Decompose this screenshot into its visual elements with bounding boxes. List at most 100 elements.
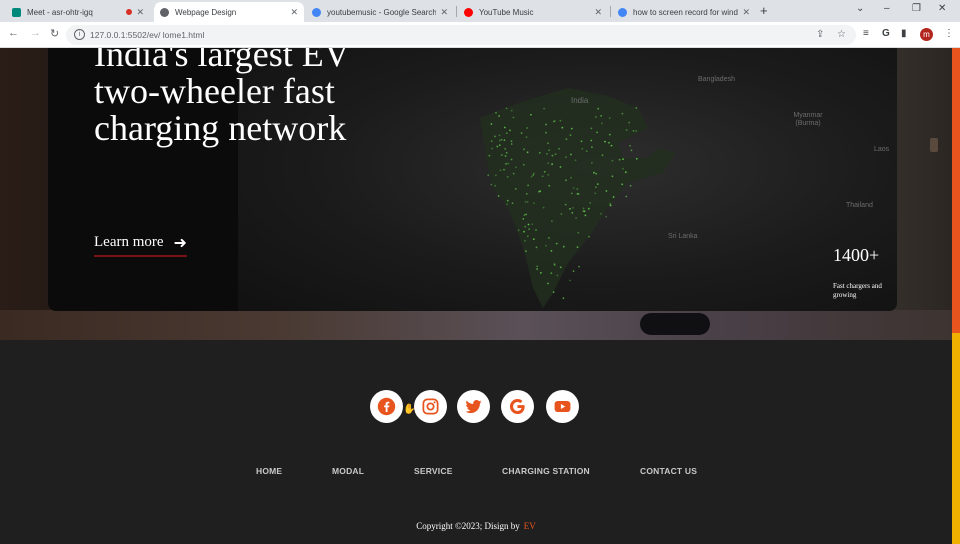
charger-dot (596, 183, 599, 186)
charger-dot (543, 107, 545, 110)
charger-dot (531, 223, 534, 226)
charger-dot (530, 113, 532, 116)
restore-icon[interactable]: ❐ (912, 3, 921, 14)
charger-dot (593, 171, 595, 174)
close-tab-icon[interactable]: ✕ (742, 7, 750, 18)
footer-nav-home[interactable]: HOME (256, 466, 282, 476)
footer-nav-contact-us[interactable]: CONTACT US (640, 466, 697, 476)
charger-dot (624, 171, 627, 174)
charger-dot (576, 246, 579, 249)
charger-dot (522, 163, 525, 166)
instagram-link[interactable] (414, 390, 447, 423)
charger-dot (572, 187, 575, 189)
close-tab-icon[interactable]: ✕ (440, 7, 448, 18)
menu-kebab-icon[interactable]: ⋮ (944, 28, 954, 39)
share-icon[interactable]: ⇪ (816, 29, 824, 40)
bookmark-star-icon[interactable]: ☆ (837, 29, 846, 40)
side-panel-icon[interactable]: ▮ (901, 28, 907, 39)
media-control-icon[interactable]: ≡ (863, 28, 869, 39)
charger-dot (495, 174, 497, 177)
charger-dot (488, 154, 491, 157)
charger-dot (575, 217, 577, 219)
charger-dot (594, 192, 597, 195)
charger-dot (491, 147, 494, 150)
youtube-link[interactable] (546, 390, 579, 423)
charger-dot (512, 116, 515, 119)
charger-dot (600, 115, 602, 117)
profile-avatar[interactable]: m (920, 28, 933, 41)
close-tab-icon[interactable]: ✕ (290, 7, 298, 18)
copyright-line: Copyright ©2023; Disign by EV (0, 521, 952, 531)
tab-strip: Meet - asr-ohtr-igq ✕ Webpage Design ✕ y… (0, 0, 960, 22)
learn-more-link[interactable]: Learn more ➜ (94, 233, 187, 257)
charger-dot (569, 208, 571, 210)
charger-dot (559, 266, 562, 269)
charger-dot (523, 148, 525, 151)
charger-dot (629, 144, 631, 147)
charger-dot (490, 183, 493, 186)
scrollbar-thumb[interactable] (952, 48, 960, 333)
charger-dot (565, 138, 568, 141)
charger-dot (595, 186, 597, 189)
charger-dot (532, 172, 535, 175)
charger-dot (569, 134, 572, 136)
charger-dot (511, 202, 514, 205)
charger-dot (601, 122, 603, 125)
charger-dot (580, 140, 583, 143)
charger-dot (591, 146, 593, 149)
charger-dot (590, 127, 593, 130)
tab-meet[interactable]: Meet - asr-ohtr-igq ✕ (6, 2, 150, 22)
close-tab-icon[interactable]: ✕ (594, 7, 602, 18)
forward-icon[interactable]: → (30, 27, 41, 39)
minimize-icon[interactable]: – (884, 3, 890, 14)
charger-dot (612, 196, 615, 198)
back-icon[interactable]: ← (8, 27, 19, 39)
footer-nav-charging-station[interactable]: CHARGING STATION (502, 466, 590, 476)
brand-name: EV (523, 521, 536, 531)
new-tab-button[interactable]: + (760, 3, 768, 18)
google-extension-icon[interactable]: G (882, 28, 890, 39)
charger-dot (505, 107, 508, 110)
charger-dot (572, 207, 574, 209)
charger-dot (538, 151, 541, 154)
copyright-text: Copyright ©2023; Disign by (416, 521, 520, 531)
google-icon (509, 398, 525, 415)
close-window-icon[interactable]: ✕ (938, 3, 946, 14)
charger-dot (589, 202, 591, 204)
close-tab-icon[interactable]: ✕ (136, 7, 144, 18)
google-link[interactable] (501, 390, 534, 423)
charger-dot (504, 148, 507, 150)
tab-search-icon[interactable]: ⌄ (856, 3, 864, 14)
footer-nav-modal[interactable]: MODAL (332, 466, 364, 476)
page-scrollbar[interactable] (952, 48, 960, 544)
charger-dot (503, 126, 506, 129)
twitter-link[interactable] (457, 390, 490, 423)
hero-headline: India's largest EV two-wheeler fast char… (94, 48, 350, 148)
tab-screen-record[interactable]: how to screen record for window ✕ (612, 2, 756, 22)
charger-dot (507, 162, 510, 165)
address-bar[interactable]: i 127.0.0.1:5502/ev/ lome1.html ⇪ ☆ (66, 25, 856, 45)
facebook-link[interactable] (370, 390, 403, 423)
charger-dot (605, 215, 607, 218)
recording-indicator-icon (126, 9, 133, 15)
tab-webpage-design[interactable]: Webpage Design ✕ (154, 2, 304, 22)
charger-dot (569, 279, 571, 282)
charger-dot (548, 149, 550, 152)
meet-icon (12, 7, 21, 17)
charger-dot (588, 235, 590, 238)
charger-dot (570, 192, 573, 195)
charger-dot (522, 218, 525, 220)
tab-youtube-music[interactable]: YouTube Music ✕ (458, 2, 608, 22)
reload-icon[interactable]: ↻ (50, 27, 59, 40)
charger-dot (562, 245, 565, 248)
charger-dot (505, 163, 507, 165)
charger-dot (552, 291, 555, 293)
charger-dot (587, 207, 590, 210)
twitter-icon (465, 400, 482, 414)
charger-dot (524, 200, 527, 203)
tab-google-search[interactable]: youtubemusic - Google Search ✕ (306, 2, 454, 22)
info-icon[interactable]: i (74, 29, 85, 40)
page-content: Bangladesh India Myanmar (Burma) Laos Th… (0, 48, 952, 544)
charger-dot (609, 204, 612, 207)
footer-nav-service[interactable]: SERVICE (414, 466, 453, 476)
